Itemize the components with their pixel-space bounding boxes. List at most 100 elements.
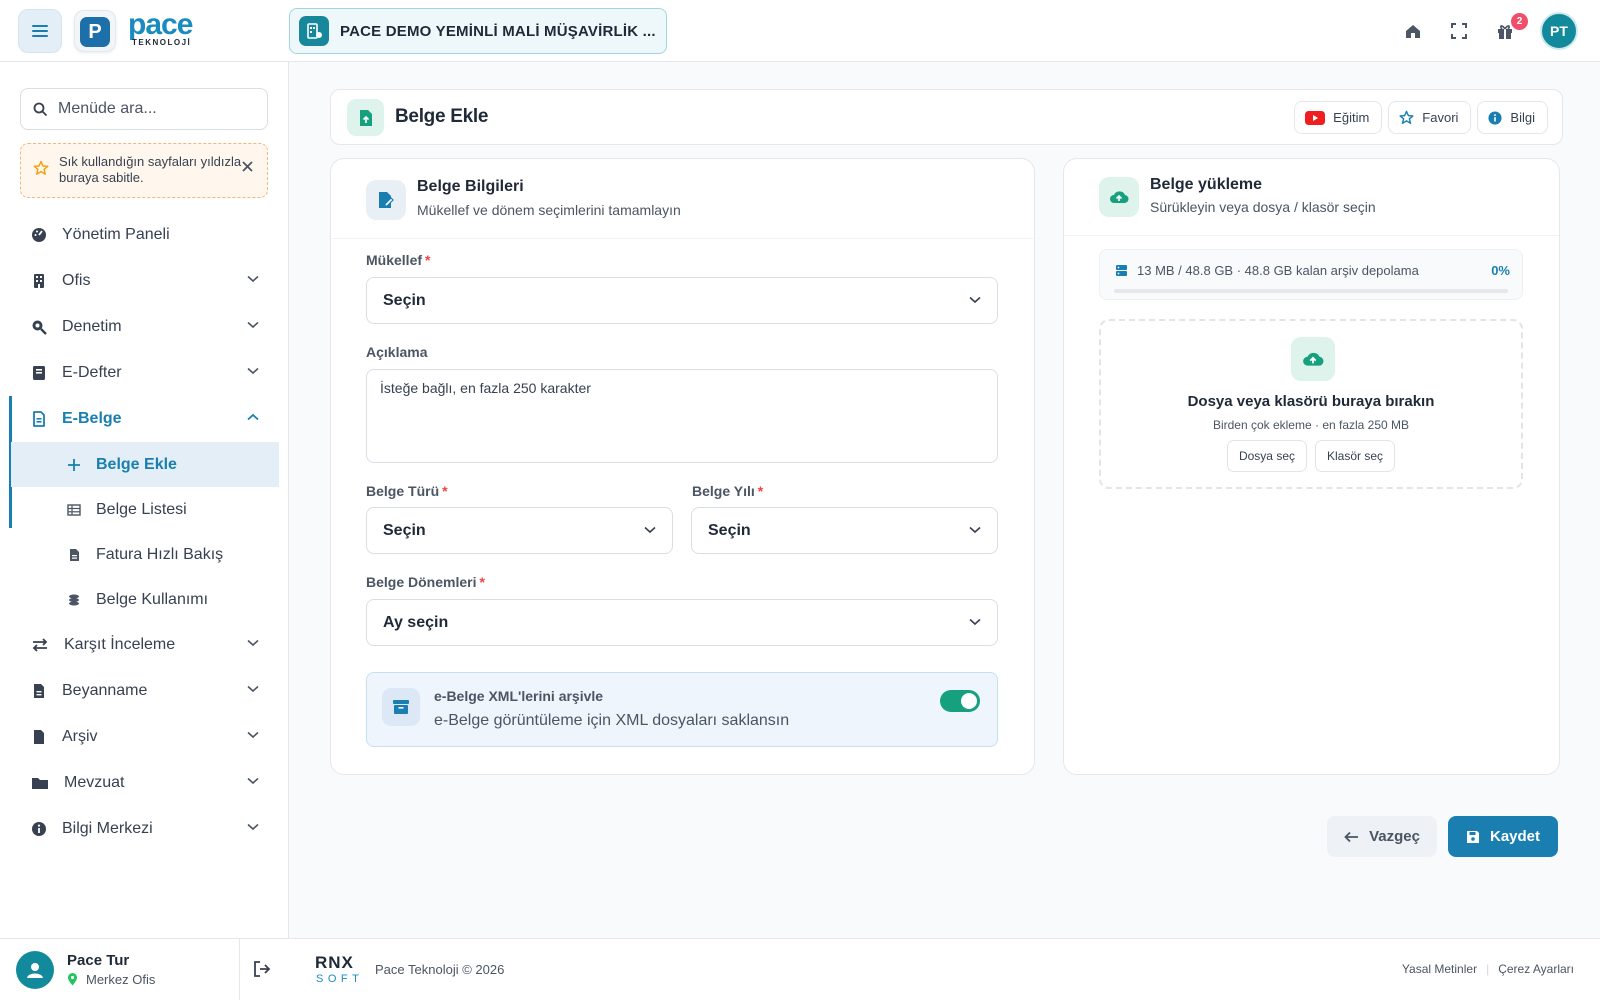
company-selector[interactable]: PACE DEMO YEMİNLİ MALİ MÜŞAVİRLİK ... [289, 8, 667, 54]
info-button-label: Bilgi [1510, 110, 1535, 125]
aciklama-textarea[interactable]: İsteğe bağlı, en fazla 250 karakter [366, 369, 998, 463]
sidebar-subitem-label: Belge Ekle [96, 455, 177, 473]
sidebar-item-beyanname[interactable]: Beyanname [0, 668, 289, 714]
info-button[interactable]: Bilgi [1477, 101, 1548, 134]
mukellef-select[interactable]: Seçin [366, 277, 998, 324]
exchange-icon [32, 638, 48, 652]
search-icon [33, 102, 48, 116]
fullscreen-icon[interactable] [1448, 20, 1470, 42]
chevron-down-icon [247, 777, 259, 785]
page-header-actions: Eğitim Favori Bilgi [1294, 101, 1548, 134]
user-avatar-icon[interactable] [16, 951, 54, 989]
logo-mark[interactable]: P [74, 10, 116, 52]
logout-icon[interactable] [252, 959, 272, 979]
top-actions: 2 PT [1402, 12, 1578, 50]
sidebar-item-yonetim-paneli[interactable]: Yönetim Paneli [0, 212, 289, 258]
sidebar-item-mevzuat[interactable]: Mevzuat [0, 760, 289, 806]
sidebar-subitem-label: Fatura Hızlı Bakış [96, 545, 224, 563]
dropzone-title: Dosya veya klasörü buraya bırakın [1187, 393, 1435, 410]
mukellef-value: Seçin [383, 291, 426, 309]
belge-turu-label-text: Belge Türü [366, 483, 440, 499]
sidebar-item-karsit-inceleme[interactable]: Karşıt İnceleme [0, 622, 289, 668]
gift-icon[interactable]: 2 [1494, 13, 1528, 42]
page-header: Belge Ekle Eğitim Favori Bilgi [330, 89, 1563, 145]
hamburger-menu-button[interactable] [18, 9, 62, 53]
sidebar-item-label: Beyanname [62, 682, 148, 699]
menu-search-input[interactable]: Menüde ara... [20, 88, 268, 130]
storage-percent: 0% [1491, 263, 1510, 278]
card-subtitle: Mükellef ve dönem seçimlerini tamamlayın [417, 202, 681, 218]
archive-title: e-Belge XML'lerini arşivle [434, 688, 604, 704]
belge-yili-label-text: Belge Yılı [692, 483, 755, 499]
cookie-settings-link[interactable]: Çerez Ayarları [1498, 962, 1574, 976]
choose-folder-button[interactable]: Klasör seç [1315, 440, 1396, 472]
sidebar-item-label: Denetim [62, 318, 122, 335]
sidebar-subitem-belge-listesi[interactable]: Belge Listesi [11, 487, 279, 532]
storage-progress-bar [1114, 289, 1508, 293]
storage-usage: 13 MB / 48.8 GB · 48.8 GB kalan arşiv de… [1099, 249, 1523, 300]
cancel-button-label: Vazgeç [1369, 828, 1420, 845]
belge-yili-label: Belge Yılı * [692, 483, 763, 499]
user-avatar[interactable]: PT [1540, 12, 1578, 50]
star-icon [33, 160, 49, 176]
dropzone-subtitle: Birden çok ekleme · en fazla 250 MB [1212, 418, 1410, 432]
archive-xml-option: e-Belge XML'lerini arşivle e-Belge görün… [366, 672, 998, 747]
belge-yili-select[interactable]: Seçin [691, 507, 998, 554]
file-dropzone[interactable]: Dosya veya klasörü buraya bırakın Birden… [1099, 319, 1523, 489]
sidebar-item-label: Arşiv [62, 728, 98, 745]
archive-xml-toggle[interactable] [940, 690, 980, 712]
legal-link[interactable]: Yasal Metinler [1402, 962, 1477, 976]
sidebar-item-arsiv[interactable]: Arşiv [0, 714, 289, 760]
user-panel: Pace Tur Merkez Ofis [0, 938, 289, 1000]
table-icon [67, 503, 81, 516]
choose-file-button[interactable]: Dosya seç [1226, 440, 1307, 472]
chevron-down-icon [247, 275, 259, 283]
main-content: Belge Ekle Eğitim Favori Bilgi Belge Bil… [289, 62, 1600, 940]
chevron-down-icon [969, 618, 981, 626]
card-title: Belge yükleme [1150, 176, 1263, 193]
sidebar-item-e-belge[interactable]: E-Belge [0, 396, 289, 528]
home-icon[interactable] [1402, 20, 1424, 42]
user-name: Pace Tur [67, 952, 130, 969]
info-icon [32, 822, 46, 836]
location-pin-icon [68, 973, 77, 986]
belge-donemleri-select[interactable]: Ay seçin [366, 599, 998, 646]
close-icon[interactable] [242, 161, 253, 172]
favorite-button[interactable]: Favori [1388, 101, 1472, 134]
logo-top-text: RNX [315, 953, 354, 972]
sidebar-subitem-belge-ekle[interactable]: Belge Ekle [11, 442, 279, 487]
sidebar-item-bilgi-merkezi[interactable]: Bilgi Merkezi [0, 806, 289, 852]
card-subtitle: Sürükleyin veya dosya / klasör seçin [1150, 199, 1376, 215]
logo-sub: TEKNOLOJİ [132, 38, 192, 47]
youtube-icon [1305, 110, 1326, 125]
required-mark: * [479, 574, 485, 590]
document-icon [33, 411, 45, 427]
required-mark: * [425, 252, 431, 268]
star-icon [1399, 110, 1414, 125]
chevron-down-icon [247, 321, 259, 329]
logo-letter: P [80, 17, 110, 47]
aciklama-label: Açıklama [366, 344, 428, 360]
belge-turu-select[interactable]: Seçin [366, 507, 673, 554]
file-icon [34, 684, 44, 698]
sidebar-subitem-fatura-hizli-bakis[interactable]: Fatura Hızlı Bakış [11, 532, 279, 577]
sidebar-subitem-belge-kullanimi[interactable]: Belge Kullanımı [11, 577, 279, 622]
sidebar-item-ofis[interactable]: Ofis [0, 258, 289, 304]
card-header: Belge Bilgileri Mükellef ve dönem seçiml… [331, 159, 1034, 239]
cancel-button[interactable]: Vazgeç [1327, 816, 1437, 857]
dropzone-actions: Dosya seç Klasör seç [1101, 440, 1521, 472]
database-icon [1116, 265, 1127, 276]
chevron-down-icon [247, 639, 259, 647]
sidebar-item-e-defter[interactable]: E-Defter [0, 350, 289, 396]
save-button-label: Kaydet [1489, 828, 1541, 845]
folder-icon [32, 778, 48, 789]
chevron-down-icon [247, 823, 259, 831]
card-title: Belge Bilgileri [417, 178, 524, 195]
search-placeholder: Menüde ara... [58, 100, 157, 117]
logo-bottom-text: SOFT [316, 973, 363, 985]
save-button[interactable]: Kaydet [1448, 816, 1558, 857]
logo-wordmark: pace TEKNOLOJİ [128, 10, 193, 47]
training-button[interactable]: Eğitim [1294, 101, 1383, 134]
sidebar-item-denetim[interactable]: Denetim [0, 304, 289, 350]
sidebar-item-label: E-Belge [62, 410, 122, 427]
